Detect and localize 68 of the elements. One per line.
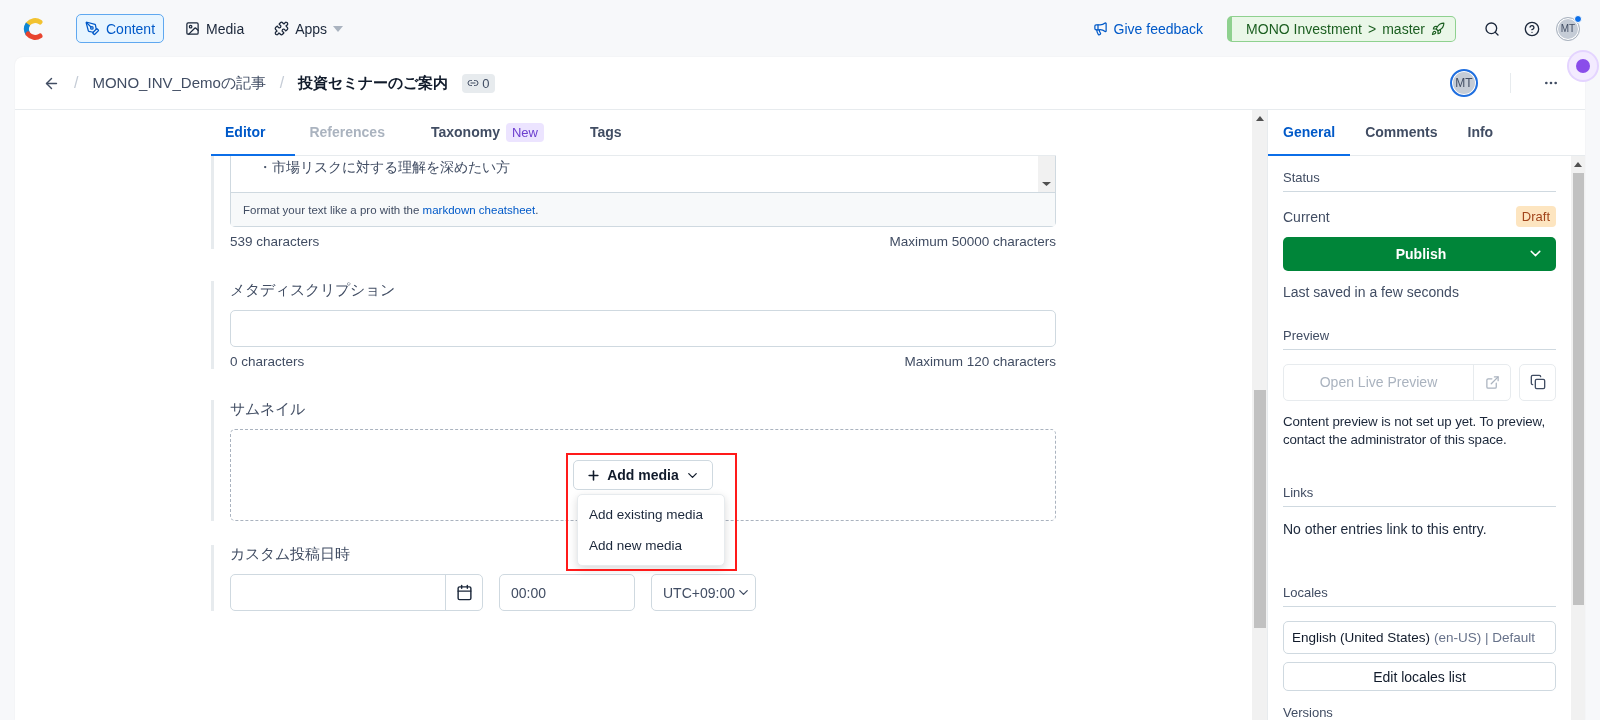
link-icon [467,77,480,89]
date-field[interactable] [230,574,483,611]
status-badge: Draft [1515,206,1556,227]
user-avatar: MT [1450,69,1478,97]
editor-tab[interactable]: Editor [211,110,296,156]
status-label: Current [1283,208,1330,225]
caret-icon [333,25,344,32]
preview-note: Content preview is not set up yet. To preview, contact the administrator of this space. [1283,413,1546,449]
links-note: No other entries link to this entry. [1283,521,1488,537]
assistant-orb[interactable] [1569,52,1597,80]
scroll-down-icon[interactable] [1038,156,1055,192]
section-heading: Status [1283,170,1556,192]
editor-tab[interactable]: Tags [575,110,654,156]
external-link-icon [1484,375,1500,390]
nav-tab[interactable]: Apps [265,14,353,43]
rocket-icon [1431,21,1445,36]
edit-locales-button[interactable]: Edit locales list [1283,662,1556,691]
description-field[interactable] [230,310,1056,347]
sidebar-tab[interactable]: Info [1452,110,1509,156]
field-label: カスタム投稿日時 [230,545,350,564]
copy-button[interactable] [1519,364,1556,401]
section-heading: Links [1283,485,1556,507]
character-limit: Maximum 120 characters [904,354,1056,369]
publish-button[interactable]: Publish [1283,237,1556,271]
puzzle-icon [274,21,290,36]
plus-icon [586,467,602,483]
editor-text: ・市場リスクに対する理解を深めたい方 [257,158,511,177]
nav-tab[interactable]: Content [76,14,165,43]
section-heading: Preview [1283,328,1556,350]
markdown-hint: Format your text like a pro with the markdown cheatsheet. [243,203,539,216]
scroll-up-icon[interactable] [1255,116,1264,121]
feedback-link[interactable]: Give feedback [1092,20,1204,37]
section-heading: Locales [1283,585,1556,607]
field-label: サムネイル [230,400,305,419]
user-avatar[interactable]: MT [1556,16,1580,41]
space-switcher[interactable]: MONO Investment > master [1227,15,1456,42]
character-count: 0 characters [230,354,305,369]
add-media-button[interactable]: Add media [573,460,713,490]
field-label: メタディスクリプション [230,281,395,300]
pen-icon [85,21,100,36]
timezone-select[interactable]: UTC+09:00 [651,574,756,611]
breadcrumb-separator: / [74,74,79,92]
character-limit: Maximum 50000 characters [889,234,1056,249]
markdown-editor[interactable]: ・市場リスクに対する理解を深めたい方 Format your text like a pro with the markdown cheatsheet. [230,156,1056,227]
locale-item: English (United States) (en-US) | Default [1283,621,1556,655]
help-icon[interactable] [1524,20,1540,37]
sidebar-tab[interactable]: General [1268,110,1351,156]
section-heading: Versions [1283,705,1334,720]
nav-tab[interactable]: Media [176,14,254,43]
megaphone-icon [1092,21,1108,36]
breadcrumb-link[interactable]: MONO_INV_Demoの記事 [92,73,266,93]
new-badge: New [505,122,544,142]
search-icon[interactable] [1484,20,1500,37]
scrollbar[interactable] [1571,156,1585,720]
scroll-up-icon[interactable] [1574,162,1582,167]
sidebar-tab[interactable]: Comments [1350,110,1453,156]
breadcrumb-separator: / [279,74,285,92]
link-count: 0 [462,73,495,93]
entry-title: 投資セミナーのご案内 [298,73,449,93]
image-icon [185,21,201,36]
scrollbar[interactable] [1252,110,1267,720]
menu-item[interactable]: Add new media [578,530,724,561]
copy-icon [1529,374,1546,391]
time-field[interactable]: 00:00 [499,574,635,611]
menu-item[interactable]: Add existing media [578,499,724,530]
character-count: 539 characters [230,234,320,249]
save-status: Last saved in a few seconds [1283,284,1460,300]
editor-tab[interactable]: Taxonomy New [416,110,576,156]
